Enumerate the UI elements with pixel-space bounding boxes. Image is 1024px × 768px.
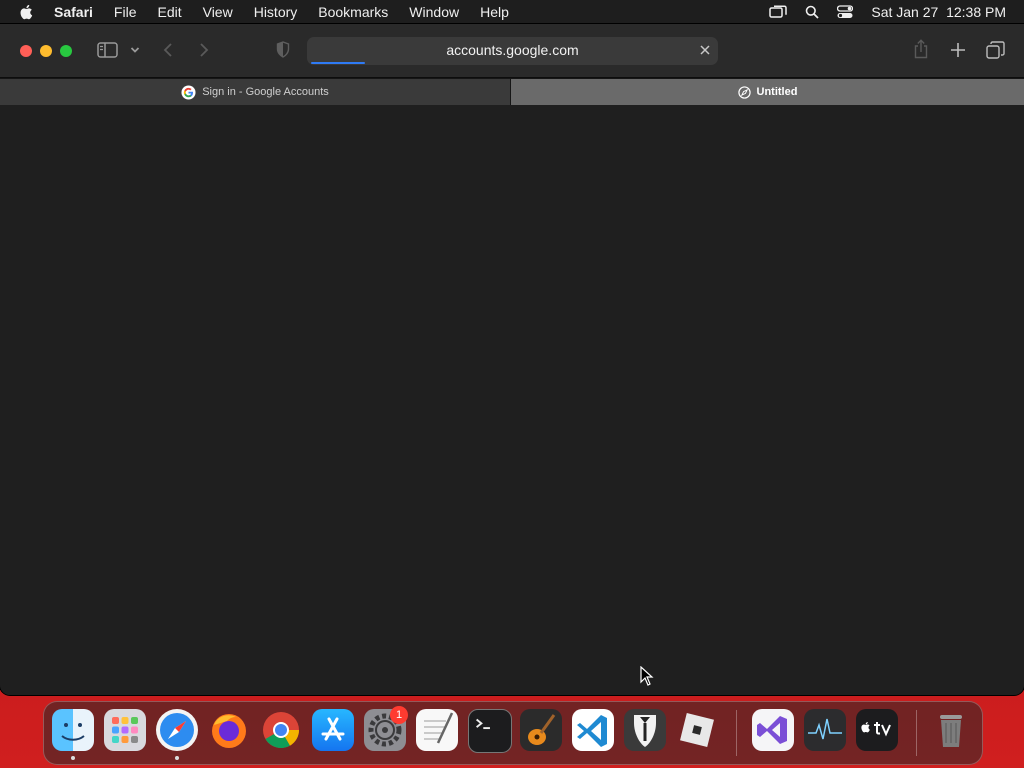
app-store-icon — [321, 717, 345, 741]
privacy-report-button[interactable] — [276, 41, 290, 58]
dock-firefox[interactable] — [208, 709, 250, 751]
tab-overview-icon — [986, 41, 1005, 59]
launchpad-icon — [112, 717, 138, 743]
back-button[interactable] — [162, 42, 174, 58]
apple-icon[interactable] — [18, 3, 36, 21]
menu-window[interactable]: Window — [409, 4, 459, 20]
chevron-down-icon — [130, 47, 140, 53]
menu-edit[interactable]: Edit — [157, 4, 181, 20]
dock-launchpad[interactable] — [104, 709, 146, 751]
zoom-window-button[interactable] — [60, 45, 72, 57]
textedit-icon — [424, 712, 454, 744]
tab-title: Untitled — [756, 86, 798, 98]
dock-vscode[interactable] — [572, 709, 614, 751]
control-center-icon[interactable] — [837, 5, 854, 19]
menu-file[interactable]: File — [114, 4, 137, 20]
roblox-icon — [680, 713, 714, 747]
mouse-pointer-icon — [640, 666, 654, 686]
tab-bar: Sign in - Google Accounts Untitled — [0, 77, 1024, 105]
menubar-clock[interactable]: Sat Jan 27 12:38 PM — [871, 4, 1006, 20]
tab-overview-button[interactable] — [986, 41, 1005, 59]
sidebar-icon — [97, 42, 118, 58]
dock-textedit[interactable] — [416, 709, 458, 751]
sidebar-toggle-button[interactable] — [97, 42, 118, 58]
spotlight-search-icon[interactable] — [805, 5, 819, 19]
web-content-area[interactable] — [0, 105, 1024, 695]
shield-icon — [276, 41, 290, 58]
dock-roblox[interactable] — [676, 709, 718, 751]
menu-history[interactable]: History — [254, 4, 298, 20]
menu-app-name[interactable]: Safari — [54, 4, 93, 20]
dock — [43, 701, 983, 765]
address-bar[interactable]: accounts.google.com — [307, 37, 718, 65]
new-tab-button[interactable] — [950, 42, 966, 58]
dock-apple-tv[interactable] — [856, 709, 898, 751]
dock-activity-monitor[interactable] — [804, 709, 846, 751]
notification-badge: 1 — [390, 706, 408, 724]
menu-bookmarks[interactable]: Bookmarks — [318, 4, 388, 20]
bartender-icon — [634, 715, 656, 747]
compass-icon — [737, 85, 751, 99]
page-load-progress — [311, 62, 365, 64]
apple-tv-icon — [861, 722, 891, 737]
menu-help[interactable]: Help — [480, 4, 509, 20]
dock-chrome[interactable] — [260, 709, 302, 751]
browser-toolbar: accounts.google.com — [0, 24, 1024, 77]
google-icon — [181, 84, 196, 100]
visual-studio-icon — [757, 716, 787, 744]
finder-icon — [61, 723, 85, 741]
firefox-icon — [212, 714, 246, 748]
activity-monitor-icon — [808, 718, 842, 740]
stop-loading-icon[interactable] — [698, 43, 712, 57]
safari-window: accounts.google.com Sign in - Google Acc… — [0, 24, 1024, 695]
menu-bar: Safari File Edit View History Bookmarks … — [0, 0, 1024, 24]
chevron-right-icon — [200, 43, 209, 57]
dock-terminal[interactable] — [468, 709, 512, 753]
chrome-icon — [263, 712, 299, 749]
running-indicator — [71, 756, 75, 760]
dock-separator — [736, 710, 737, 756]
chevron-left-icon — [163, 43, 172, 57]
tab-title: Sign in - Google Accounts — [202, 86, 329, 98]
vscode-icon — [577, 715, 607, 747]
screen-mirroring-icon[interactable] — [769, 5, 788, 19]
dock-app-store[interactable] — [312, 709, 354, 751]
dock-trash[interactable] — [930, 709, 972, 751]
tab-google-sign-in[interactable]: Sign in - Google Accounts — [0, 79, 510, 105]
menu-view[interactable]: View — [203, 4, 233, 20]
trash-icon — [940, 715, 962, 747]
forward-button[interactable] — [198, 42, 210, 58]
dock-visual-studio[interactable] — [752, 709, 794, 751]
dock-bartender[interactable] — [624, 709, 666, 751]
dock-separator — [916, 710, 917, 756]
guitar-icon — [528, 714, 556, 745]
plus-icon — [951, 43, 965, 57]
dock-finder[interactable] — [52, 709, 94, 751]
running-indicator — [175, 756, 179, 760]
dock-garageband[interactable] — [520, 709, 562, 751]
dock-safari[interactable] — [156, 709, 198, 751]
terminal-icon — [476, 718, 490, 730]
tab-untitled[interactable]: Untitled — [511, 79, 1024, 105]
safari-compass-icon — [160, 713, 194, 747]
close-window-button[interactable] — [20, 45, 32, 57]
share-icon — [914, 39, 928, 59]
tab-groups-menu-button[interactable] — [130, 46, 140, 54]
address-text[interactable]: accounts.google.com — [307, 42, 718, 58]
share-button[interactable] — [913, 39, 929, 59]
minimize-window-button[interactable] — [40, 45, 52, 57]
